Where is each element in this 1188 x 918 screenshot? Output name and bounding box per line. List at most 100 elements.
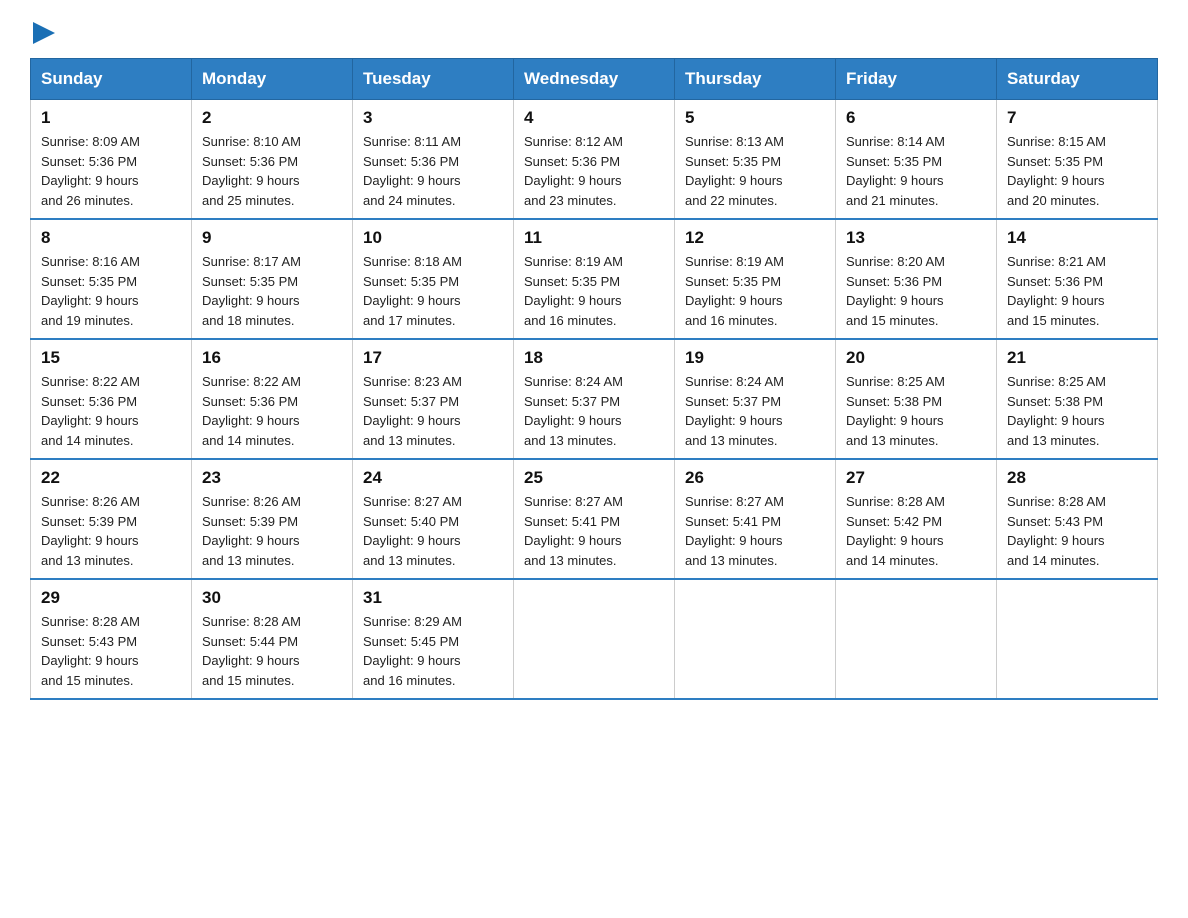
day-info: Sunrise: 8:19 AMSunset: 5:35 PMDaylight:… <box>524 252 664 330</box>
day-info: Sunrise: 8:13 AMSunset: 5:35 PMDaylight:… <box>685 132 825 210</box>
calendar-cell: 17 Sunrise: 8:23 AMSunset: 5:37 PMDaylig… <box>353 339 514 459</box>
header-thursday: Thursday <box>675 59 836 100</box>
day-number: 9 <box>202 228 342 248</box>
day-info: Sunrise: 8:29 AMSunset: 5:45 PMDaylight:… <box>363 612 503 690</box>
day-number: 4 <box>524 108 664 128</box>
header-wednesday: Wednesday <box>514 59 675 100</box>
calendar-cell: 1 Sunrise: 8:09 AMSunset: 5:36 PMDayligh… <box>31 100 192 220</box>
day-info: Sunrise: 8:24 AMSunset: 5:37 PMDaylight:… <box>685 372 825 450</box>
day-info: Sunrise: 8:09 AMSunset: 5:36 PMDaylight:… <box>41 132 181 210</box>
calendar-cell: 19 Sunrise: 8:24 AMSunset: 5:37 PMDaylig… <box>675 339 836 459</box>
calendar-cell: 26 Sunrise: 8:27 AMSunset: 5:41 PMDaylig… <box>675 459 836 579</box>
calendar-cell: 16 Sunrise: 8:22 AMSunset: 5:36 PMDaylig… <box>192 339 353 459</box>
day-info: Sunrise: 8:14 AMSunset: 5:35 PMDaylight:… <box>846 132 986 210</box>
day-number: 6 <box>846 108 986 128</box>
day-info: Sunrise: 8:17 AMSunset: 5:35 PMDaylight:… <box>202 252 342 330</box>
calendar-cell <box>514 579 675 699</box>
calendar-cell: 11 Sunrise: 8:19 AMSunset: 5:35 PMDaylig… <box>514 219 675 339</box>
week-row-5: 29 Sunrise: 8:28 AMSunset: 5:43 PMDaylig… <box>31 579 1158 699</box>
logo-arrow-icon <box>33 22 55 44</box>
week-row-4: 22 Sunrise: 8:26 AMSunset: 5:39 PMDaylig… <box>31 459 1158 579</box>
day-info: Sunrise: 8:28 AMSunset: 5:44 PMDaylight:… <box>202 612 342 690</box>
day-number: 30 <box>202 588 342 608</box>
day-number: 5 <box>685 108 825 128</box>
day-info: Sunrise: 8:11 AMSunset: 5:36 PMDaylight:… <box>363 132 503 210</box>
day-info: Sunrise: 8:16 AMSunset: 5:35 PMDaylight:… <box>41 252 181 330</box>
calendar-cell: 8 Sunrise: 8:16 AMSunset: 5:35 PMDayligh… <box>31 219 192 339</box>
day-number: 29 <box>41 588 181 608</box>
day-info: Sunrise: 8:10 AMSunset: 5:36 PMDaylight:… <box>202 132 342 210</box>
day-number: 1 <box>41 108 181 128</box>
day-number: 14 <box>1007 228 1147 248</box>
calendar-cell <box>997 579 1158 699</box>
day-number: 13 <box>846 228 986 248</box>
day-info: Sunrise: 8:27 AMSunset: 5:41 PMDaylight:… <box>685 492 825 570</box>
day-number: 25 <box>524 468 664 488</box>
day-number: 23 <box>202 468 342 488</box>
header-saturday: Saturday <box>997 59 1158 100</box>
day-info: Sunrise: 8:26 AMSunset: 5:39 PMDaylight:… <box>41 492 181 570</box>
day-info: Sunrise: 8:19 AMSunset: 5:35 PMDaylight:… <box>685 252 825 330</box>
header-friday: Friday <box>836 59 997 100</box>
calendar-cell: 25 Sunrise: 8:27 AMSunset: 5:41 PMDaylig… <box>514 459 675 579</box>
week-row-3: 15 Sunrise: 8:22 AMSunset: 5:36 PMDaylig… <box>31 339 1158 459</box>
day-info: Sunrise: 8:27 AMSunset: 5:41 PMDaylight:… <box>524 492 664 570</box>
day-number: 19 <box>685 348 825 368</box>
day-info: Sunrise: 8:28 AMSunset: 5:43 PMDaylight:… <box>1007 492 1147 570</box>
day-info: Sunrise: 8:20 AMSunset: 5:36 PMDaylight:… <box>846 252 986 330</box>
day-number: 15 <box>41 348 181 368</box>
day-info: Sunrise: 8:12 AMSunset: 5:36 PMDaylight:… <box>524 132 664 210</box>
logo-line1 <box>30 20 55 44</box>
header-monday: Monday <box>192 59 353 100</box>
day-number: 28 <box>1007 468 1147 488</box>
calendar-cell: 10 Sunrise: 8:18 AMSunset: 5:35 PMDaylig… <box>353 219 514 339</box>
calendar-cell: 4 Sunrise: 8:12 AMSunset: 5:36 PMDayligh… <box>514 100 675 220</box>
day-info: Sunrise: 8:28 AMSunset: 5:43 PMDaylight:… <box>41 612 181 690</box>
logo <box>30 20 55 38</box>
day-info: Sunrise: 8:25 AMSunset: 5:38 PMDaylight:… <box>1007 372 1147 450</box>
calendar-cell: 2 Sunrise: 8:10 AMSunset: 5:36 PMDayligh… <box>192 100 353 220</box>
day-number: 3 <box>363 108 503 128</box>
calendar-cell: 6 Sunrise: 8:14 AMSunset: 5:35 PMDayligh… <box>836 100 997 220</box>
calendar-cell: 14 Sunrise: 8:21 AMSunset: 5:36 PMDaylig… <box>997 219 1158 339</box>
header-sunday: Sunday <box>31 59 192 100</box>
week-row-1: 1 Sunrise: 8:09 AMSunset: 5:36 PMDayligh… <box>31 100 1158 220</box>
day-info: Sunrise: 8:15 AMSunset: 5:35 PMDaylight:… <box>1007 132 1147 210</box>
day-number: 12 <box>685 228 825 248</box>
calendar-header: SundayMondayTuesdayWednesdayThursdayFrid… <box>31 59 1158 100</box>
logo-block <box>30 20 55 38</box>
calendar-cell: 15 Sunrise: 8:22 AMSunset: 5:36 PMDaylig… <box>31 339 192 459</box>
day-info: Sunrise: 8:22 AMSunset: 5:36 PMDaylight:… <box>41 372 181 450</box>
day-number: 11 <box>524 228 664 248</box>
day-info: Sunrise: 8:27 AMSunset: 5:40 PMDaylight:… <box>363 492 503 570</box>
calendar-cell: 5 Sunrise: 8:13 AMSunset: 5:35 PMDayligh… <box>675 100 836 220</box>
week-row-2: 8 Sunrise: 8:16 AMSunset: 5:35 PMDayligh… <box>31 219 1158 339</box>
calendar-cell: 3 Sunrise: 8:11 AMSunset: 5:36 PMDayligh… <box>353 100 514 220</box>
calendar-cell: 27 Sunrise: 8:28 AMSunset: 5:42 PMDaylig… <box>836 459 997 579</box>
calendar-cell: 13 Sunrise: 8:20 AMSunset: 5:36 PMDaylig… <box>836 219 997 339</box>
day-number: 8 <box>41 228 181 248</box>
day-number: 10 <box>363 228 503 248</box>
calendar-cell: 12 Sunrise: 8:19 AMSunset: 5:35 PMDaylig… <box>675 219 836 339</box>
day-number: 24 <box>363 468 503 488</box>
day-info: Sunrise: 8:21 AMSunset: 5:36 PMDaylight:… <box>1007 252 1147 330</box>
day-info: Sunrise: 8:26 AMSunset: 5:39 PMDaylight:… <box>202 492 342 570</box>
header-tuesday: Tuesday <box>353 59 514 100</box>
day-number: 18 <box>524 348 664 368</box>
calendar-cell: 20 Sunrise: 8:25 AMSunset: 5:38 PMDaylig… <box>836 339 997 459</box>
day-number: 2 <box>202 108 342 128</box>
calendar-cell: 29 Sunrise: 8:28 AMSunset: 5:43 PMDaylig… <box>31 579 192 699</box>
day-number: 20 <box>846 348 986 368</box>
calendar-cell: 22 Sunrise: 8:26 AMSunset: 5:39 PMDaylig… <box>31 459 192 579</box>
calendar-cell: 18 Sunrise: 8:24 AMSunset: 5:37 PMDaylig… <box>514 339 675 459</box>
calendar-table: SundayMondayTuesdayWednesdayThursdayFrid… <box>30 58 1158 700</box>
calendar-cell: 7 Sunrise: 8:15 AMSunset: 5:35 PMDayligh… <box>997 100 1158 220</box>
day-number: 27 <box>846 468 986 488</box>
calendar-cell <box>675 579 836 699</box>
calendar-cell: 28 Sunrise: 8:28 AMSunset: 5:43 PMDaylig… <box>997 459 1158 579</box>
calendar-cell: 21 Sunrise: 8:25 AMSunset: 5:38 PMDaylig… <box>997 339 1158 459</box>
day-info: Sunrise: 8:24 AMSunset: 5:37 PMDaylight:… <box>524 372 664 450</box>
calendar-cell: 31 Sunrise: 8:29 AMSunset: 5:45 PMDaylig… <box>353 579 514 699</box>
day-info: Sunrise: 8:28 AMSunset: 5:42 PMDaylight:… <box>846 492 986 570</box>
calendar-cell: 23 Sunrise: 8:26 AMSunset: 5:39 PMDaylig… <box>192 459 353 579</box>
